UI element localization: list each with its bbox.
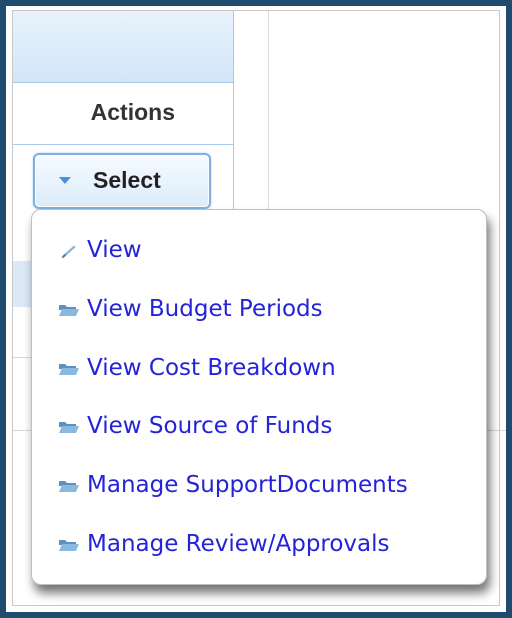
pencil-icon: [58, 243, 80, 259]
folder-icon: [58, 419, 80, 435]
menu-item-label: Manage Review/Approvals: [87, 531, 390, 557]
actions-cell: Select: [12, 145, 234, 215]
grid-area: Actions Select View View Budget Periods …: [6, 6, 506, 612]
column-header-band: [12, 10, 234, 83]
chevron-down-icon: [59, 177, 71, 184]
menu-item-label: Manage SupportDocuments: [87, 472, 408, 498]
menu-item-view-source-of-funds[interactable]: View Source of Funds: [32, 407, 486, 447]
actions-column-header: Actions: [12, 83, 234, 145]
folder-icon: [58, 537, 80, 553]
select-button[interactable]: Select: [33, 153, 211, 209]
menu-item-label: View Cost Breakdown: [87, 355, 336, 381]
menu-item-manage-support-documents[interactable]: Manage SupportDocuments: [32, 466, 486, 506]
menu-item-view-budget-periods[interactable]: View Budget Periods: [32, 290, 486, 330]
screenshot-frame: Actions Select View View Budget Periods …: [0, 0, 512, 618]
folder-icon: [58, 478, 80, 494]
actions-header-label: Actions: [90, 99, 175, 125]
menu-item-label: View Source of Funds: [87, 413, 333, 439]
menu-item-view-cost-breakdown[interactable]: View Cost Breakdown: [32, 349, 486, 389]
folder-icon: [58, 302, 80, 318]
folder-icon: [58, 361, 80, 377]
menu-item-manage-review-approvals[interactable]: Manage Review/Approvals: [32, 525, 486, 565]
menu-item-label: View Budget Periods: [87, 296, 323, 322]
menu-item-view[interactable]: View: [32, 231, 486, 271]
select-button-label: Select: [93, 167, 161, 193]
actions-dropdown-menu: View View Budget Periods View Cost Break…: [31, 209, 487, 585]
menu-item-label: View: [87, 237, 142, 263]
